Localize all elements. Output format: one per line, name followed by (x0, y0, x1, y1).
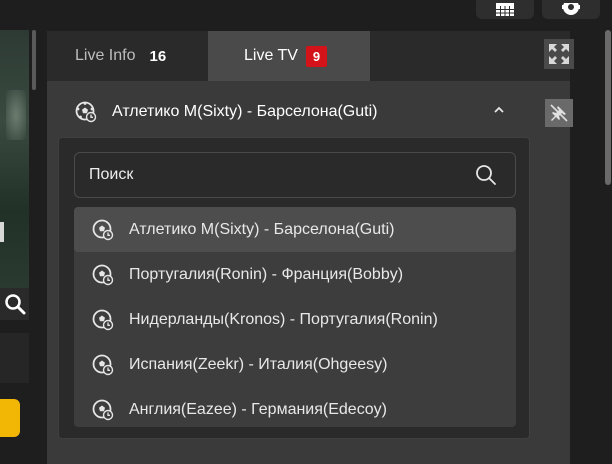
tab-live-tv-label: Live TV (244, 47, 298, 64)
left-yellow-button[interactable] (0, 399, 20, 437)
soccer-ball-icon (92, 354, 114, 376)
tab-live-tv[interactable]: Live TV 9 (208, 31, 370, 81)
live-panel: Live Info 16 Live TV 9 Атлетико М(Sixty)… (47, 31, 574, 464)
match-list-item-label: Португалия(Ronin) - Франция(Bobby) (129, 266, 404, 283)
match-list: Атлетико М(Sixty) - Барселона(Guti) Порт… (74, 207, 516, 427)
match-list-item[interactable]: Англия(Eazee) - Германия(Edecoy) (74, 387, 516, 427)
match-list-item-label: Нидерланды(Kronos) - Португалия(Ronin) (129, 311, 438, 328)
soccer-ball-icon (92, 219, 114, 241)
tab-live-tv-badge: 9 (305, 45, 327, 67)
video-overlay-mark (0, 222, 4, 242)
match-list-item[interactable]: Португалия(Ronin) - Франция(Bobby) (74, 252, 516, 297)
tab-live-info-count: 16 (149, 47, 167, 65)
left-side-block (0, 333, 29, 383)
soccer-ball-icon (92, 309, 114, 331)
search-input[interactable] (89, 153, 469, 197)
current-match-header[interactable]: Атлетико М(Sixty) - Барселона(Guti) (47, 81, 570, 141)
search-box (74, 152, 516, 198)
match-list-item[interactable]: Нидерланды(Kronos) - Португалия(Ronin) (74, 297, 516, 342)
pin-button[interactable] (545, 99, 573, 127)
gear-icon (562, 2, 580, 15)
unpin-icon (550, 104, 568, 122)
left-search-button[interactable] (0, 288, 29, 320)
match-dropdown: Атлетико М(Sixty) - Барселона(Guti) Порт… (58, 137, 530, 439)
settings-button[interactable] (542, 0, 600, 19)
page-scrollbar[interactable] (605, 30, 611, 185)
tab-live-info-label: Live Info (75, 47, 136, 64)
calendar-button[interactable] (476, 0, 534, 19)
match-list-item[interactable]: Атлетико М(Sixty) - Барселона(Guti) (74, 207, 516, 252)
match-list-item[interactable]: Испания(Zeekr) - Италия(Ohgeesy) (74, 342, 516, 387)
fullscreen-button[interactable] (544, 39, 574, 69)
tab-live-info[interactable]: Live Info 16 (47, 31, 208, 81)
video-highlight (6, 90, 26, 140)
calendar-grid-icon (496, 2, 514, 16)
match-list-item-label: Испания(Zeekr) - Италия(Ohgeesy) (129, 356, 388, 373)
chevron-up-icon[interactable] (493, 105, 505, 115)
soccer-ball-icon (75, 101, 97, 123)
match-list-item-label: Атлетико М(Sixty) - Барселона(Guti) (129, 221, 395, 238)
soccer-ball-icon (92, 264, 114, 286)
search-icon[interactable] (475, 164, 497, 186)
search-icon (4, 294, 25, 315)
tab-bar: Live Info 16 Live TV 9 (47, 31, 574, 81)
left-scrollbar[interactable] (32, 30, 36, 90)
match-list-item-label: Англия(Eazee) - Германия(Edecoy) (129, 401, 387, 418)
current-match-title: Атлетико М(Sixty) - Барселона(Guti) (112, 103, 378, 120)
soccer-ball-icon (92, 399, 114, 421)
fullscreen-icon (549, 44, 569, 64)
video-preview[interactable] (0, 30, 29, 288)
